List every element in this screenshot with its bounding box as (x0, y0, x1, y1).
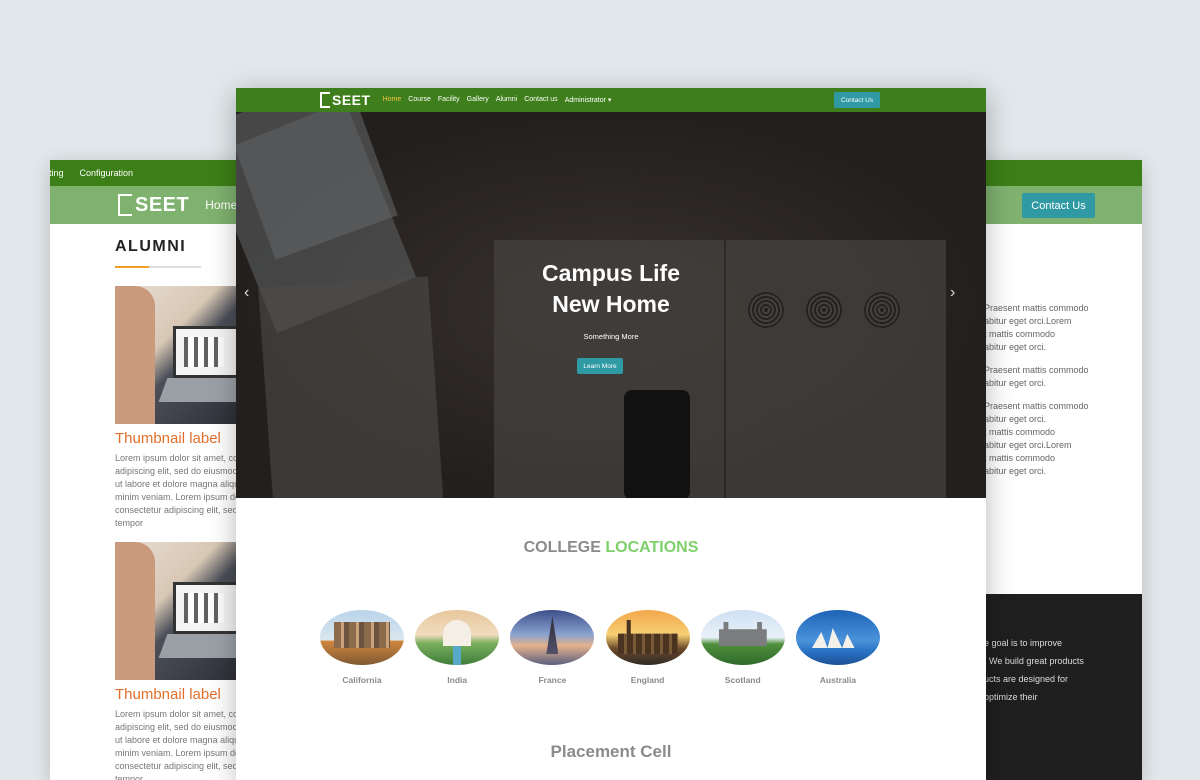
location-item-california[interactable]: California (320, 610, 404, 685)
text-paragraph: Praesent mattis commodo abitur eget orci… (984, 303, 1089, 352)
locations-heading: COLLEGE LOCATIONS (523, 539, 699, 556)
placement-heading: Placement Cell (550, 742, 672, 761)
location-image (795, 610, 880, 665)
learn-more-button[interactable]: Learn More (577, 358, 623, 374)
main-navbar: SEET Home Course Facility Gallery Alumni… (236, 88, 986, 112)
topbar-item-configuration[interactable]: Configuration (80, 168, 134, 178)
location-item-france[interactable]: France (510, 610, 595, 685)
location-item-india[interactable]: India (415, 610, 500, 685)
text-paragraph: Praesent mattis commodo abitur eget orci… (984, 365, 1089, 388)
location-image (700, 610, 785, 665)
location-image (415, 610, 500, 665)
text-paragraph: Praesent mattis commodo abitur eget orci… (984, 401, 1089, 476)
alumni-window: rting Configuration SEET Home ALUMNI Thu… (50, 160, 250, 780)
location-image (510, 610, 595, 665)
brand-logo[interactable]: SEET (118, 194, 189, 217)
nav-links: Home Course Facility Gallery Alumni Cont… (383, 96, 619, 104)
alumni-thumbnail[interactable]: Thumbnail label Lorem ipsum dolor sit am… (115, 542, 241, 780)
location-item-australia[interactable]: Australia (795, 610, 880, 685)
hero-carousel: ‹ › Campus Life New Home Something More … (236, 112, 986, 498)
nav-link-gallery[interactable]: Gallery (467, 96, 489, 104)
logo-text: SEET (135, 193, 190, 216)
thumbnail-description: Lorem ipsum dolor sit amet, co adipiscin… (115, 709, 241, 780)
hero-title: Campus Life New Home (541, 260, 681, 317)
topbar-item-reporting[interactable]: rting (50, 168, 64, 178)
hero-subtitle: Something More (583, 332, 639, 341)
nav-dropdown-administrator[interactable]: Administrator ▾ (565, 96, 612, 104)
nav-link-course[interactable]: Course (408, 96, 431, 104)
logo-mark-icon (320, 92, 330, 108)
logo-mark-icon (118, 194, 132, 216)
section-title: ALUMNI (115, 238, 187, 255)
location-image (320, 610, 404, 665)
thumbnail-image (115, 286, 237, 424)
thumbnail-label[interactable]: Thumbnail label (115, 686, 237, 703)
location-item-england[interactable]: England (605, 610, 690, 685)
thumbnail-label[interactable]: Thumbnail label (115, 430, 237, 447)
site-navbar: SEET Home (50, 186, 250, 224)
locations-list: California India France England Scotland… (320, 610, 880, 685)
title-underline (115, 266, 201, 268)
nav-home-link[interactable]: Home (205, 198, 237, 212)
logo-text: SEET (332, 92, 371, 108)
admin-topbar: rting Configuration (50, 160, 250, 186)
contact-us-button[interactable]: Contact Us (834, 92, 880, 108)
nav-link-alumni[interactable]: Alumni (496, 96, 517, 104)
contact-us-button[interactable]: Contact Us (1022, 193, 1095, 218)
homepage-window: SEET Home Course Facility Gallery Alumni… (236, 88, 986, 780)
location-item-scotland[interactable]: Scotland (700, 610, 785, 685)
thumbnail-description: Lorem ipsum dolor sit amet, co adipiscin… (115, 453, 241, 528)
nav-link-contact[interactable]: Contact us (524, 96, 557, 104)
alumni-thumbnail[interactable]: Thumbnail label Lorem ipsum dolor sit am… (115, 286, 241, 530)
nav-link-facility[interactable]: Facility (438, 96, 460, 104)
thumbnail-image (115, 542, 237, 680)
location-image (605, 610, 690, 665)
nav-link-home[interactable]: Home (383, 96, 402, 104)
brand-logo[interactable]: SEET (320, 92, 371, 108)
